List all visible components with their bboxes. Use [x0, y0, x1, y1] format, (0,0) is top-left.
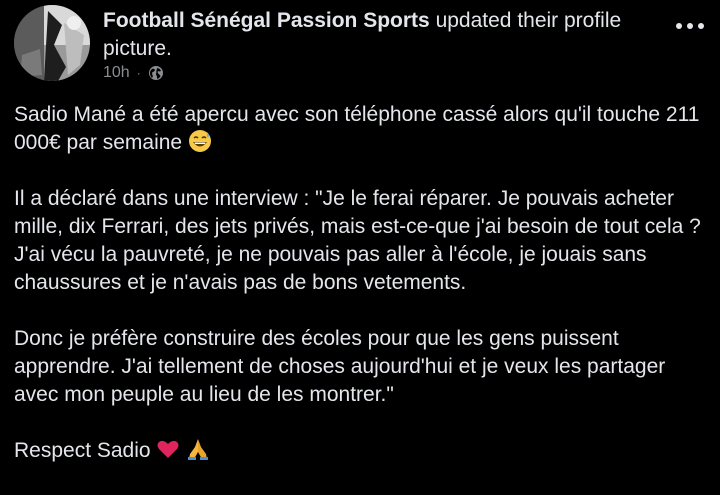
- post-header: Football Sénégal Passion Sports updated …: [103, 7, 663, 63]
- red-heart-emoji-icon: [156, 437, 180, 461]
- post-meta: 10h ·: [103, 62, 164, 84]
- folded-hands-emoji-icon: [186, 437, 210, 461]
- globe-icon: [148, 65, 164, 81]
- page-avatar[interactable]: [14, 5, 90, 81]
- grinning-sweat-emoji-icon: [188, 129, 212, 153]
- meta-separator: ·: [136, 66, 141, 80]
- post-paragraph-3: Donc je préfère construire des écoles po…: [14, 327, 666, 406]
- more-options-icon[interactable]: [670, 14, 710, 38]
- post-timestamp[interactable]: 10h: [103, 64, 130, 82]
- post-paragraph-4: Respect Sadio: [14, 437, 704, 465]
- post-body: Sadio Mané a été apercu avec son télépho…: [14, 101, 704, 493]
- post-paragraph-2: Il a déclaré dans une interview : "Je le…: [14, 187, 701, 294]
- page-name-link[interactable]: Football Sénégal Passion Sports: [103, 9, 430, 32]
- post-paragraph-1: Sadio Mané a été apercu avec son télépho…: [14, 101, 704, 157]
- paragraph-4-text: Respect Sadio: [14, 439, 151, 462]
- facebook-post: Football Sénégal Passion Sports updated …: [0, 0, 720, 495]
- paragraph-1-text: Sadio Mané a été apercu avec son télépho…: [14, 103, 700, 154]
